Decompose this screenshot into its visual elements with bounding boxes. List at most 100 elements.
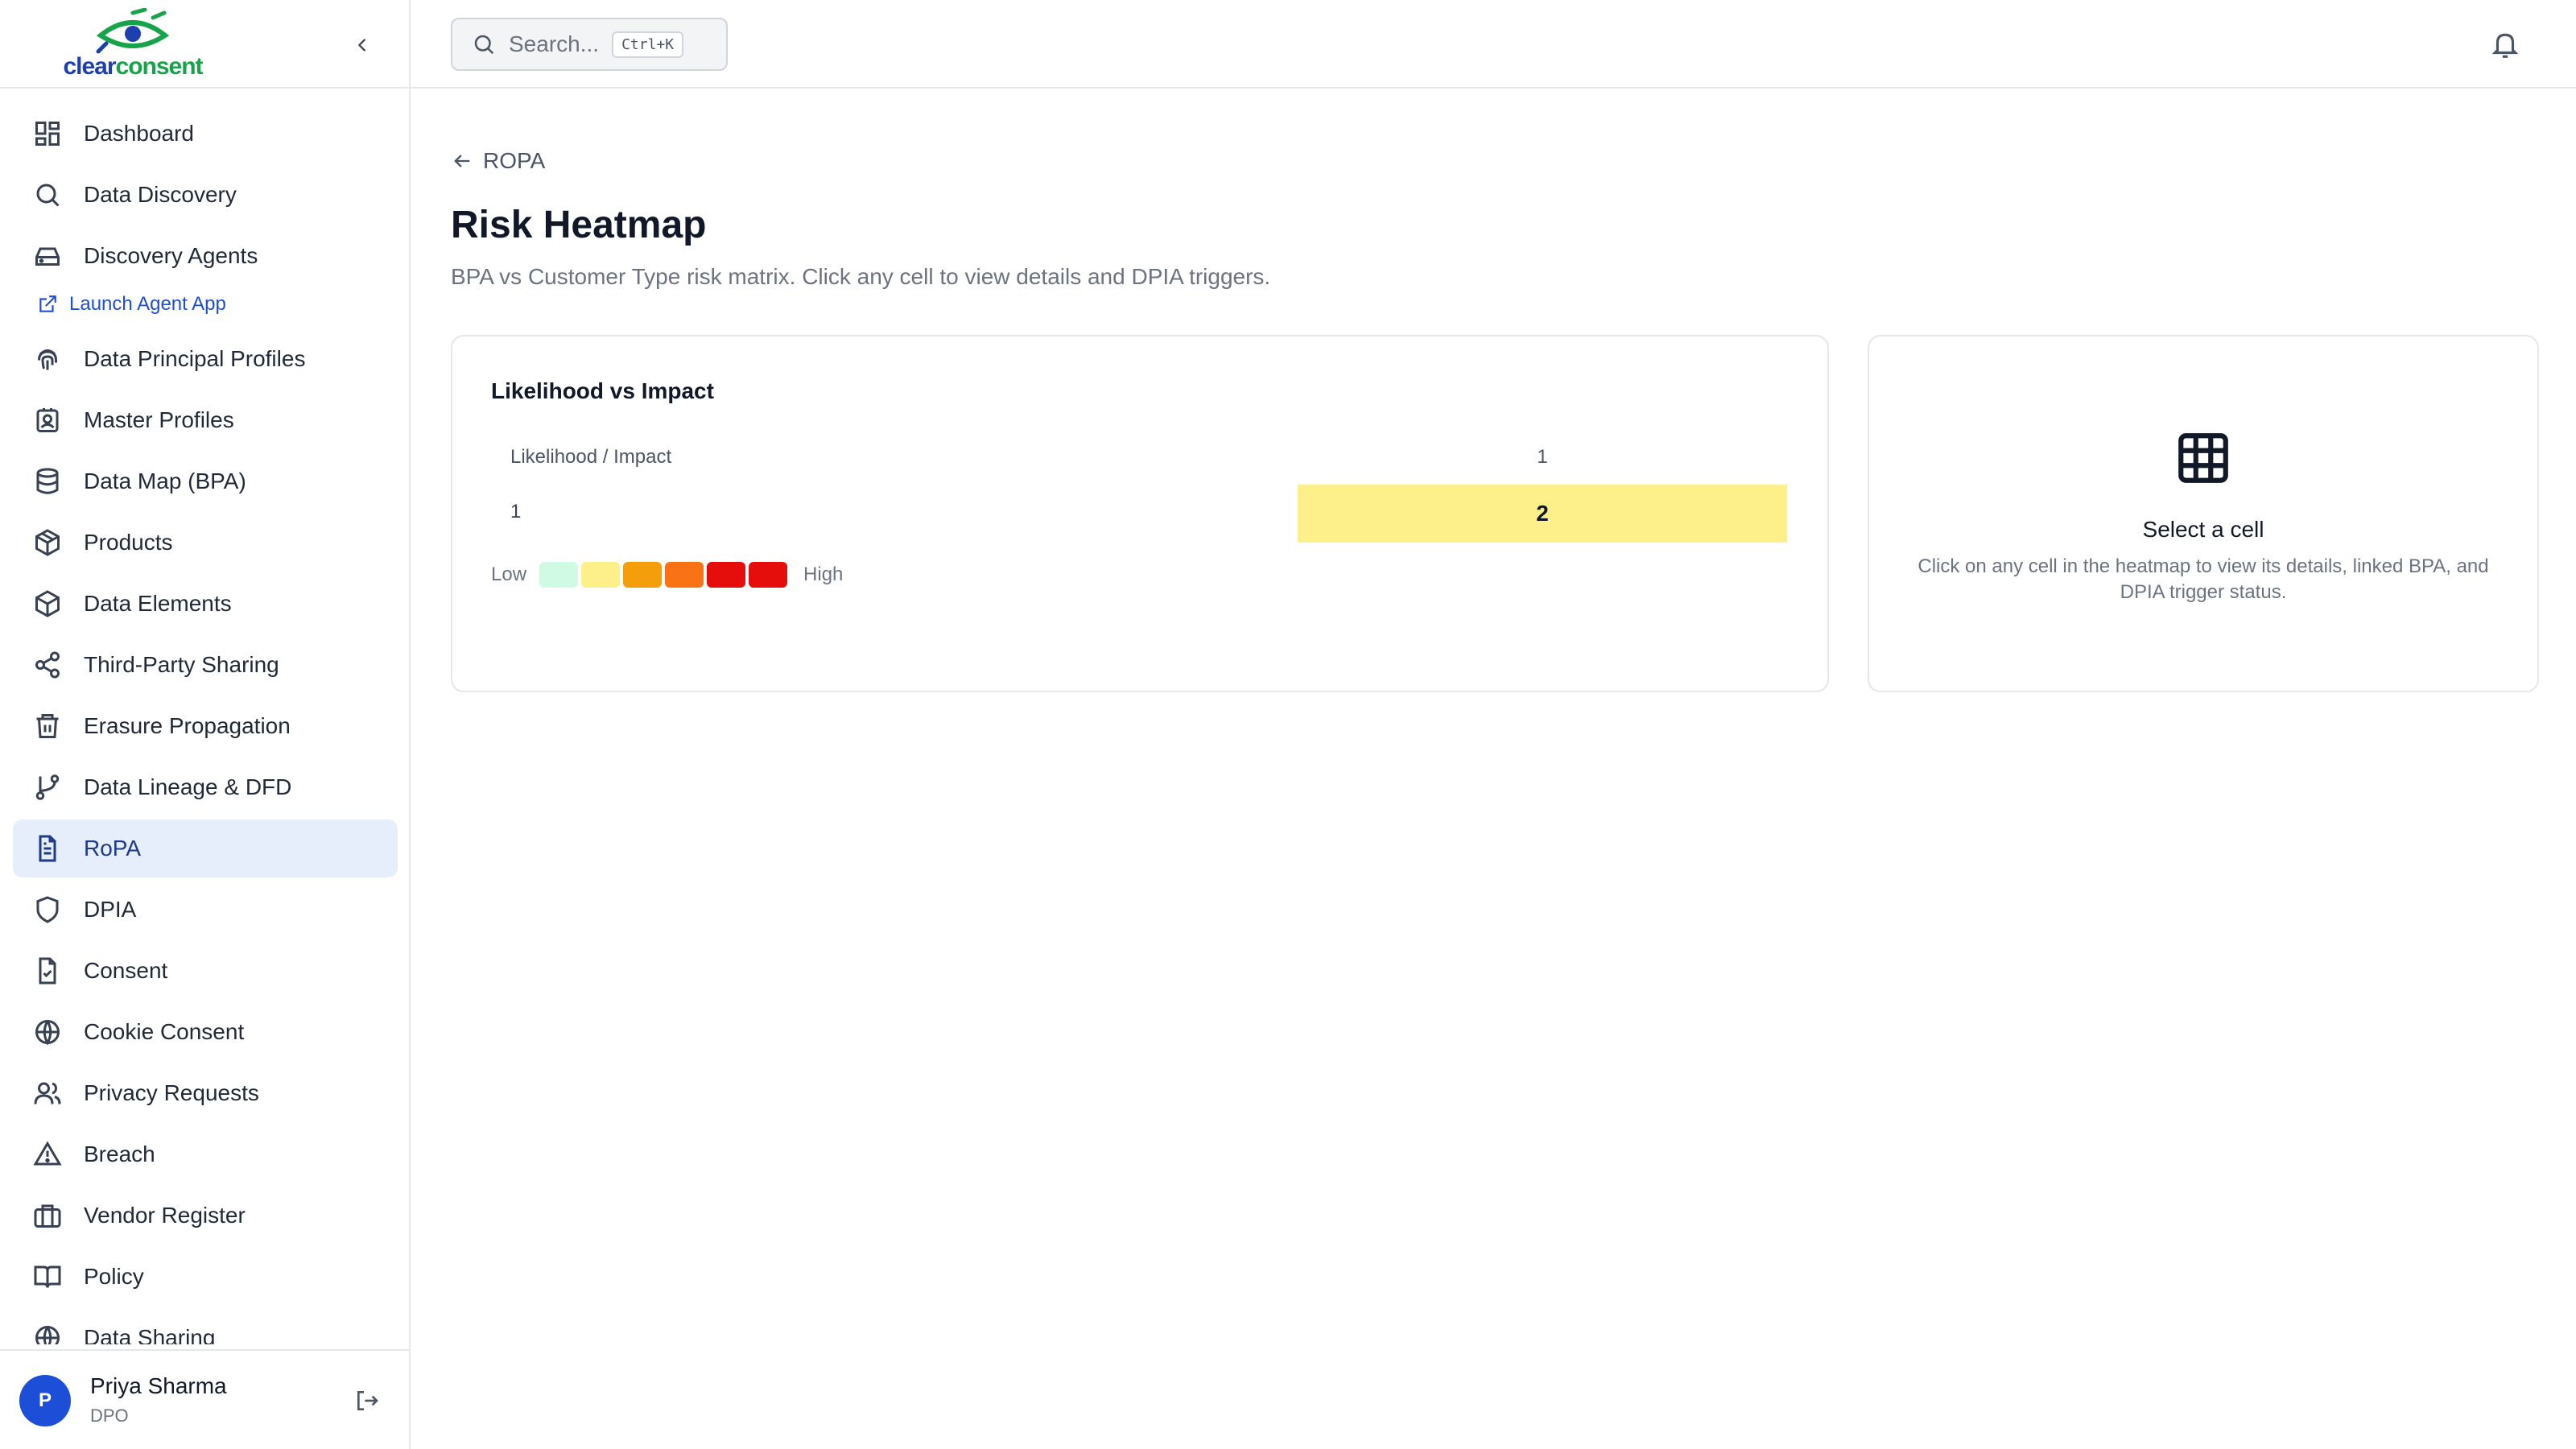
search-input[interactable]: Search... Ctrl+K <box>451 18 728 71</box>
sidebar-item-label: Data Map (BPA) <box>84 469 246 493</box>
sidebar-item-vendor-register[interactable]: Vendor Register <box>13 1187 398 1245</box>
bell-icon <box>2491 33 2519 58</box>
sidebar-item-consent[interactable]: Consent <box>13 942 398 1000</box>
share-icon <box>32 650 63 680</box>
sidebar-item-privacy-requests[interactable]: Privacy Requests <box>13 1064 398 1122</box>
legend-swatches <box>539 562 791 588</box>
user-role: DPO <box>90 1406 129 1426</box>
sidebar-item-ropa[interactable]: RoPA <box>13 819 398 877</box>
sidebar-item-label: Privacy Requests <box>84 1080 259 1105</box>
chevron-left-icon <box>358 39 365 52</box>
cube-icon <box>32 588 63 619</box>
sidebar-item-discovery-agents[interactable]: Discovery Agents <box>13 227 398 285</box>
heatmap-legend: Low High <box>491 562 843 588</box>
back-to-ropa-link[interactable]: ROPA <box>451 148 545 174</box>
heatmap-card: Likelihood vs Impact Likelihood / Impact… <box>451 335 1829 692</box>
launch-agent-app-link[interactable]: Launch Agent App <box>13 282 398 327</box>
heatmap-title: Likelihood vs Impact <box>491 378 714 403</box>
legend-swatch <box>749 562 788 588</box>
sidebar-item-label: Data Principal Profiles <box>84 346 306 371</box>
sidebar-item-third-party-sharing[interactable]: Third-Party Sharing <box>13 636 398 694</box>
sidebar-item-label: Vendor Register <box>84 1203 246 1228</box>
sidebar-item-label: Master Profiles <box>84 407 234 432</box>
sidebar-item-label: Consent <box>84 958 168 983</box>
cell-detail-card: Select a cell Click on any cell in the h… <box>1868 335 2539 692</box>
shield-icon <box>32 894 63 925</box>
sidebar-nav: Dashboard Data Discovery Discovery Agent… <box>13 105 398 1344</box>
package-icon <box>32 527 63 558</box>
top-bar: Search... Ctrl+K <box>411 0 2576 89</box>
sidebar-item-dpia[interactable]: DPIA <box>13 881 398 939</box>
avatar[interactable]: P <box>19 1375 71 1426</box>
logout-button[interactable] <box>351 1385 383 1417</box>
search-placeholder: Search... <box>509 31 600 56</box>
back-label: ROPA <box>483 148 546 173</box>
sidebar-item-data-principal-profiles[interactable]: Data Principal Profiles <box>13 330 398 388</box>
sidebar-item-breach[interactable]: Breach <box>13 1125 398 1183</box>
search-icon <box>32 180 63 210</box>
sidebar-item-cookie-consent[interactable]: Cookie Consent <box>13 1003 398 1061</box>
sidebar-item-data-map[interactable]: Data Map (BPA) <box>13 452 398 510</box>
fingerprint-icon <box>32 344 63 374</box>
sidebar-item-erasure-propagation[interactable]: Erasure Propagation <box>13 697 398 755</box>
arrow-left-icon <box>454 155 470 167</box>
logout-icon <box>357 1391 378 1410</box>
dashboard-icon <box>32 118 63 149</box>
sidebar-item-master-profiles[interactable]: Master Profiles <box>13 391 398 449</box>
search-shortcut-badge: Ctrl+K <box>612 31 684 58</box>
detail-description: Click on any cell in the heatmap to view… <box>1918 555 2489 603</box>
clearconsent-logo: clearconsent <box>56 7 209 82</box>
sidebar-item-products[interactable]: Products <box>13 514 398 572</box>
sidebar-item-label: RoPA <box>84 836 142 861</box>
sidebar-item-label: Dashboard <box>84 121 194 146</box>
briefcase-icon <box>32 1200 63 1231</box>
sidebar-item-data-lineage[interactable]: Data Lineage & DFD <box>13 758 398 816</box>
heatmap-cell[interactable]: 2 <box>1298 485 1787 543</box>
logo-wordmark: clearconsent <box>56 53 209 80</box>
user-profile-area: P Priya Sharma DPO <box>0 1349 409 1449</box>
legend-swatch <box>623 562 663 588</box>
book-icon <box>32 1261 63 1292</box>
sidebar-item-label: Data Discovery <box>84 182 237 207</box>
sidebar-item-policy[interactable]: Policy <box>13 1248 398 1306</box>
sidebar-item-data-elements[interactable]: Data Elements <box>13 575 398 633</box>
sidebar: clearconsent Dashboard Data Discovery Di… <box>0 0 411 1449</box>
sidebar-item-label: Data Lineage & DFD <box>84 774 292 799</box>
collapse-sidebar-button[interactable] <box>346 32 378 58</box>
database-icon <box>32 466 63 497</box>
globe-icon <box>32 1323 63 1344</box>
legend-swatch <box>581 562 621 588</box>
sidebar-item-label: Erasure Propagation <box>84 713 291 738</box>
legend-swatch <box>707 562 746 588</box>
grid-icon <box>2174 428 2233 488</box>
heatmap-row-header: 1 <box>510 501 522 522</box>
sidebar-item-label: Discovery Agents <box>84 243 258 268</box>
sidebar-item-label: DPIA <box>84 897 137 922</box>
sidebar-item-label: Breach <box>84 1141 155 1166</box>
main-content: ROPA Risk Heatmap BPA vs Customer Type r… <box>411 89 2576 1449</box>
search-icon <box>474 35 494 55</box>
file-text-icon <box>32 833 63 864</box>
sidebar-item-data-discovery[interactable]: Data Discovery <box>13 166 398 224</box>
notifications-button[interactable] <box>2487 27 2523 63</box>
detail-title: Select a cell <box>2142 517 2264 542</box>
logo-text-consent: consent <box>115 53 204 80</box>
legend-low-label: Low <box>491 564 527 585</box>
users-icon <box>32 1078 63 1108</box>
sidebar-item-label: Cookie Consent <box>84 1019 245 1044</box>
hard-drive-icon <box>32 241 63 271</box>
user-name: Priya Sharma <box>90 1373 227 1398</box>
contact-card-icon <box>32 405 63 436</box>
sidebar-item-label: Third-Party Sharing <box>84 652 279 677</box>
heatmap-corner-label: Likelihood / Impact <box>510 446 672 468</box>
legend-high-label: High <box>803 564 844 585</box>
sidebar-item-data-sharing[interactable]: Data Sharing <box>13 1309 398 1344</box>
globe-icon <box>32 1017 63 1047</box>
external-link-icon <box>39 295 56 312</box>
logo-eye-icon <box>96 7 170 54</box>
page-title: Risk Heatmap <box>451 204 707 246</box>
legend-swatch <box>539 562 579 588</box>
legend-swatch <box>665 562 704 588</box>
sidebar-item-label: Products <box>84 530 173 555</box>
sidebar-item-dashboard[interactable]: Dashboard <box>13 105 398 163</box>
